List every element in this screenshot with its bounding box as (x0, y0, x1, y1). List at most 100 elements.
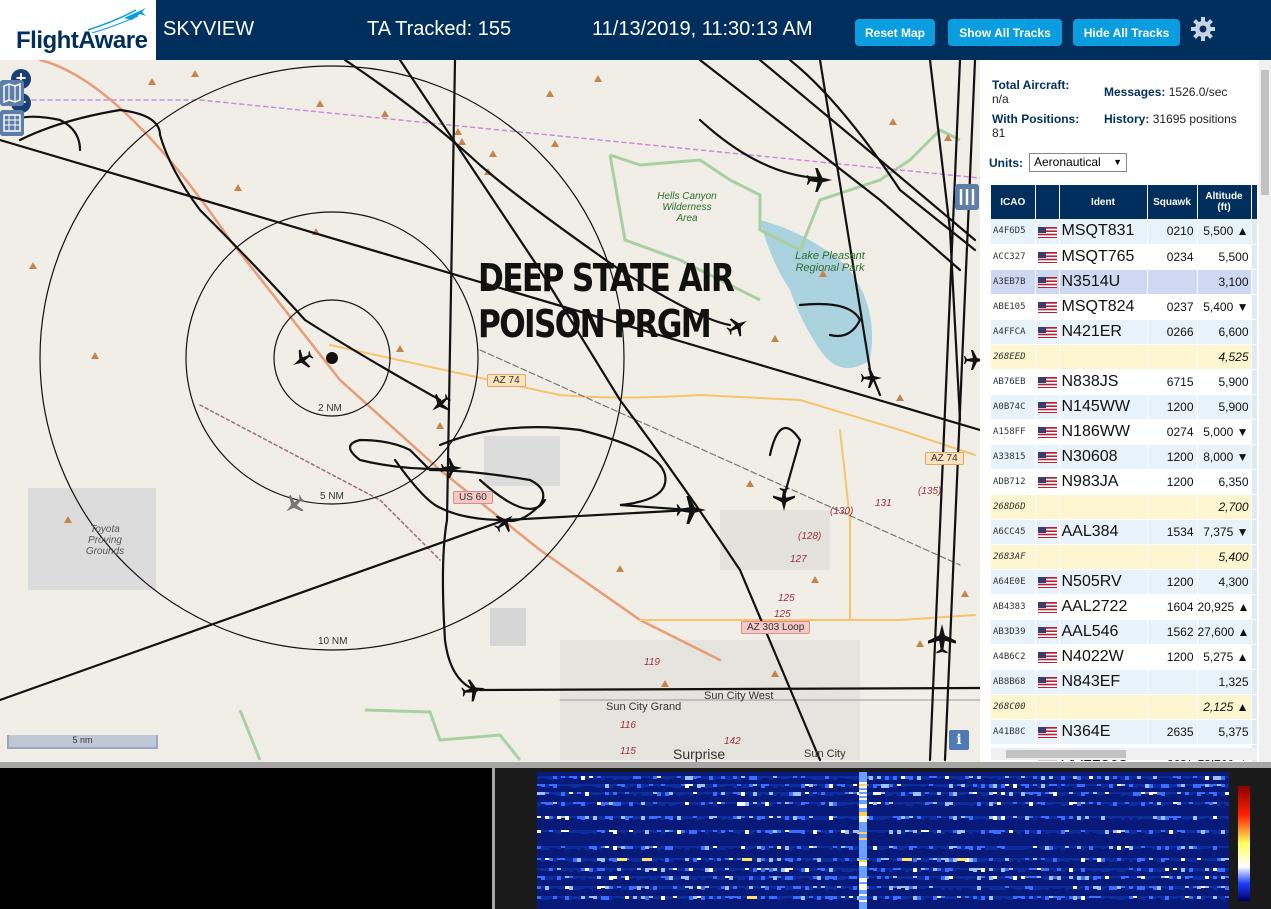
flag-cell (1035, 269, 1060, 295)
row-edge-cell (1251, 569, 1258, 595)
icao-cell: A3EB7B (991, 269, 1036, 295)
app-name: SKYVIEW (163, 18, 255, 40)
column-header-edge (1251, 185, 1258, 219)
us-flag-icon (1037, 676, 1057, 688)
icao-cell: A4B6C2 (991, 644, 1036, 670)
place-toyota: Toyota Proving Grounds (85, 524, 125, 557)
row-edge-cell (1251, 469, 1258, 495)
squawk-cell: 0274 (1147, 419, 1198, 445)
hide-all-tracks-button[interactable]: Hide All Tracks (1073, 19, 1180, 46)
table-row[interactable]: AB4383 AAL2722 1604 20,925 ▲ (991, 594, 1258, 620)
us-flag-icon (1037, 476, 1057, 488)
altitude-cell: 2,700 (1197, 494, 1252, 520)
map-layers-icon[interactable] (0, 80, 24, 106)
horizontal-scrollbar[interactable] (991, 748, 1257, 760)
messages-label: Messages: (1104, 85, 1166, 99)
header-bar: FlightAware SKYVIEW TA Tracked: 155 11/1… (0, 0, 1271, 60)
vertical-scrollbar[interactable] (1259, 60, 1271, 762)
vertical-scrollbar-thumb[interactable] (1261, 70, 1269, 195)
flag-cell (1035, 344, 1060, 370)
column-header-squawk[interactable]: Squawk (1147, 185, 1198, 219)
reset-map-button[interactable]: Reset Map (855, 19, 935, 46)
flag-cell (1035, 694, 1060, 720)
table-row[interactable]: 268C00 2,125 ▲ (991, 694, 1258, 720)
ident-cell: N3514U (1059, 269, 1148, 295)
flag-cell (1035, 294, 1060, 320)
place-sun-city-west: Sun City West (704, 690, 774, 702)
ident-cell: AAL546 (1059, 619, 1148, 645)
aircraft-markers[interactable] (280, 167, 980, 703)
table-row[interactable]: A0B74C N145WW 1200 5,900 (991, 394, 1258, 420)
column-header-flag[interactable] (1035, 185, 1060, 219)
table-header-row: ICAO Ident Squawk Altitude (ft) (991, 185, 1258, 219)
place-surprise: Surprise (673, 746, 726, 762)
overlay-line-1: DEEP STATE AIR (478, 256, 735, 300)
messages-value: 1526.0/sec (1168, 85, 1228, 99)
squawk-cell: 0266 (1147, 319, 1198, 345)
table-row[interactable]: ADB712 N983JA 1200 6,350 (991, 469, 1258, 495)
us-flag-icon (1037, 526, 1057, 538)
table-row[interactable]: A64E0E N505RV 1200 4,300 (991, 569, 1258, 595)
table-row[interactable]: A3EB7B N3514U 3,100 (991, 269, 1258, 295)
table-row[interactable]: A4B6C2 N4022W 1200 5,275 ▲ (991, 644, 1258, 670)
table-row[interactable]: A6CC45 AAL384 1534 7,375 ▼ (991, 519, 1258, 545)
table-row[interactable]: AB3D39 AAL546 1562 27,600 ▲ (991, 619, 1258, 645)
table-row[interactable]: ABE105 MSQT824 0237 5,400 ▼ (991, 294, 1258, 320)
row-edge-cell (1251, 219, 1258, 245)
icao-cell: 268D6D (991, 494, 1036, 520)
map-view[interactable]: + − DEEP STATE AIR POISON PRGM 2 NM 5 NM… (0, 60, 980, 762)
ident-cell: N186WW (1059, 419, 1148, 445)
table-row[interactable]: AB8B68 N843EF 1,325 (991, 669, 1258, 695)
gear-icon[interactable] (1190, 16, 1216, 42)
squawk-cell (1147, 694, 1198, 720)
show-all-tracks-button[interactable]: Show All Tracks (948, 19, 1062, 46)
squawk-cell (1147, 269, 1198, 295)
colorbar (1238, 786, 1250, 901)
flightaware-logo[interactable]: FlightAware (0, 0, 156, 60)
table-row[interactable]: ACC327 MSQT765 0234 5,500 (991, 244, 1258, 270)
table-row[interactable]: A41B8C N364E 2635 5,375 (991, 719, 1258, 745)
squawk-cell: 1534 (1147, 519, 1198, 545)
squawk-cell (1147, 494, 1198, 520)
table-row[interactable]: A4FFCA N421ER 0266 6,600 (991, 319, 1258, 345)
row-edge-cell (1251, 669, 1258, 695)
icao-cell: AB4383 (991, 594, 1036, 620)
squawk-cell: 1200 (1147, 394, 1198, 420)
place-sun-city: Sun City (804, 748, 846, 760)
units-select[interactable]: Aeronautical ▼ (1029, 153, 1127, 172)
road-number: (130) (830, 506, 854, 517)
ident-cell: AAL2722 (1059, 594, 1148, 620)
row-edge-cell (1251, 519, 1258, 545)
info-icon[interactable]: i (949, 730, 969, 750)
squawk-cell (1147, 344, 1198, 370)
icao-cell: A41B8C (991, 719, 1036, 745)
horizontal-scrollbar-thumb[interactable] (1006, 750, 1126, 758)
us-flag-icon (1037, 651, 1057, 663)
table-row[interactable]: 2683AF 5,400 (991, 544, 1258, 570)
range-ring-label-2nm: 2 NM (318, 403, 342, 414)
overlay-line-2: POISON PRGM (478, 302, 712, 346)
grid-icon[interactable] (0, 110, 24, 136)
squawk-cell (1147, 669, 1198, 695)
ident-cell: MSQT765 (1059, 244, 1148, 270)
table-row[interactable]: AB76EB N838JS 6715 5,900 (991, 369, 1258, 395)
column-header-altitude[interactable]: Altitude (ft) (1197, 185, 1252, 219)
flag-cell (1035, 444, 1060, 470)
altitude-cell: 20,925 ▲ (1197, 594, 1252, 620)
flag-cell (1035, 544, 1060, 570)
column-header-ident[interactable]: Ident (1059, 185, 1148, 219)
row-edge-cell (1251, 394, 1258, 420)
columns-icon[interactable] (955, 184, 979, 210)
table-row[interactable]: A4F6D5 MSQT831 0210 5,500 ▲ (991, 219, 1258, 245)
flag-cell (1035, 569, 1060, 595)
table-row[interactable]: A33815 N30608 1200 8,000 ▼ (991, 444, 1258, 470)
logo-aware-text: Aware (78, 27, 148, 54)
squawk-cell: 1200 (1147, 469, 1198, 495)
table-row[interactable]: A158FF N186WW 0274 5,000 ▼ (991, 419, 1258, 445)
map-canvas[interactable] (0, 60, 980, 762)
table-row[interactable]: 268D6D 2,700 (991, 494, 1258, 520)
table-row[interactable]: 268EED 4,525 (991, 344, 1258, 370)
squawk-cell: 0237 (1147, 294, 1198, 320)
column-header-icao[interactable]: ICAO (991, 185, 1036, 219)
road-number: 115 (620, 746, 636, 757)
